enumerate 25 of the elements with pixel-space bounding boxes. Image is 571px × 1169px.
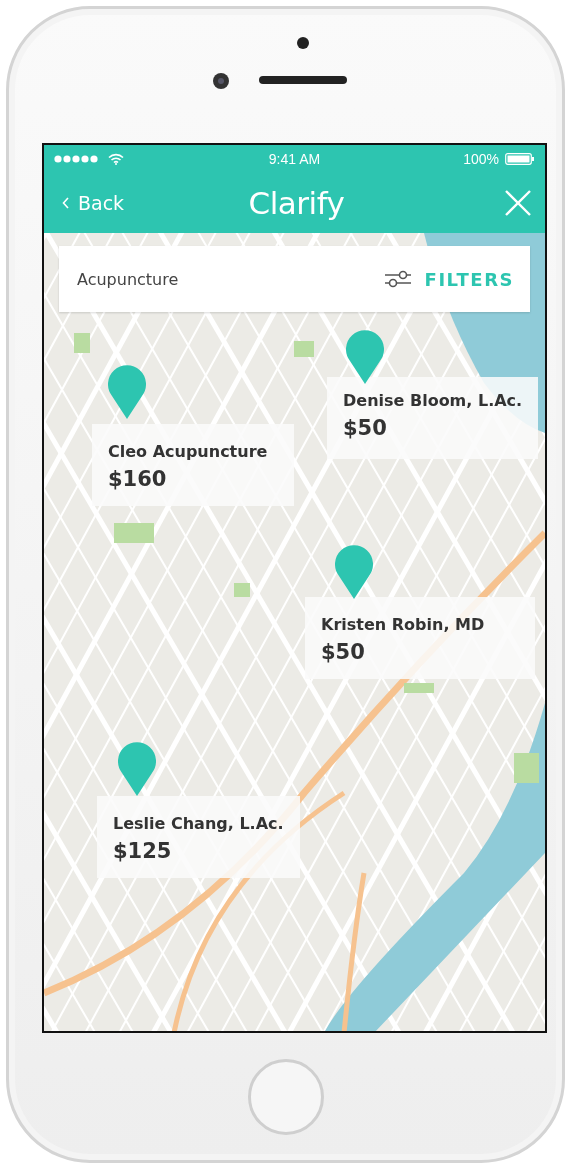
wifi-icon: [108, 153, 124, 165]
provider-name: Denise Bloom, L.Ac.: [343, 391, 523, 410]
map-pin-icon[interactable]: [346, 330, 384, 384]
listing-card[interactable]: Leslie Chang, L.Ac. $125: [97, 796, 300, 878]
provider-name: Cleo Acupuncture: [108, 442, 269, 461]
app-title: Clarify: [248, 185, 345, 221]
status-time: 9:41 AM: [268, 151, 321, 167]
map-pin-icon[interactable]: [335, 545, 373, 599]
listing-card[interactable]: Denise Bloom, L.Ac. $50: [327, 377, 539, 459]
battery-icon: [505, 153, 535, 165]
provider-name: Kristen Robin, MD: [321, 615, 486, 634]
listing-card[interactable]: Cleo Acupuncture $160: [92, 424, 294, 506]
close-icon[interactable]: [505, 190, 531, 216]
price: $50: [343, 416, 388, 440]
price: $125: [113, 839, 173, 863]
sliders-icon: [384, 270, 411, 288]
price: $50: [321, 640, 366, 664]
provider-name: Leslie Chang, L.Ac.: [113, 814, 284, 833]
battery-percent: 100%: [463, 151, 499, 167]
chevron-left-icon: [62, 197, 70, 209]
price: $160: [108, 467, 168, 491]
listing-card[interactable]: Kristen Robin, MD $50: [305, 597, 535, 679]
map-pin-icon[interactable]: [108, 365, 146, 419]
search-field[interactable]: Acupuncture FILTERS: [59, 246, 530, 312]
map-pin-icon[interactable]: [118, 742, 156, 796]
